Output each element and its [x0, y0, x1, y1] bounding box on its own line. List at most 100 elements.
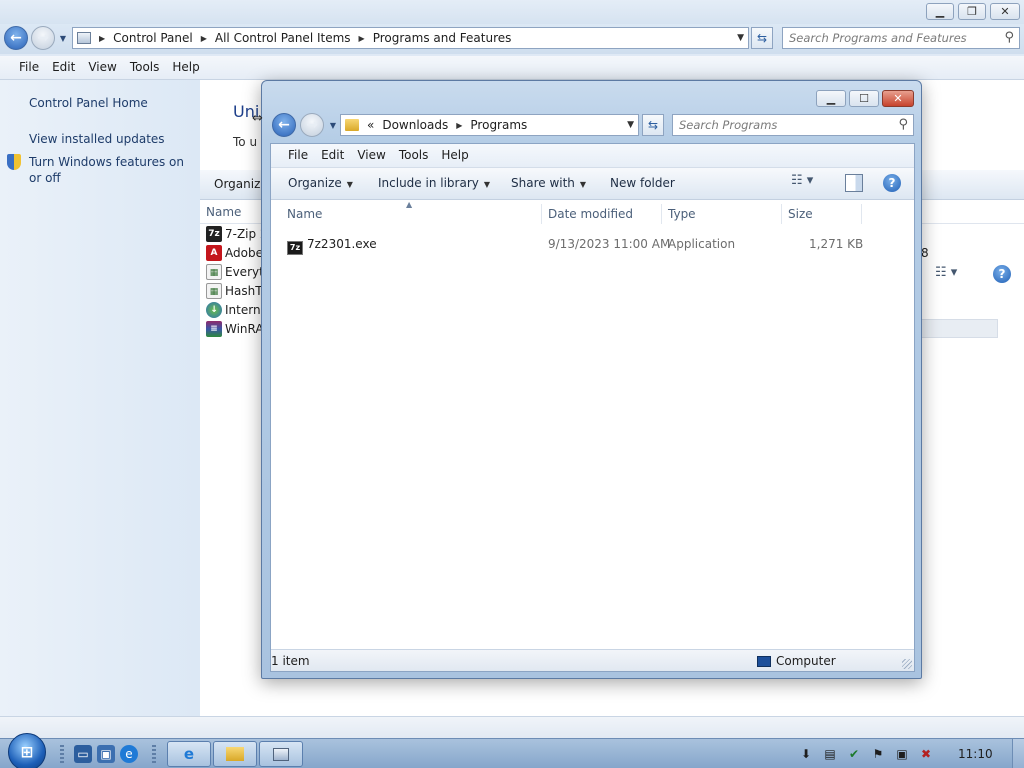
sort-ascending-icon: ▲	[406, 200, 413, 209]
clock[interactable]: 11:10	[958, 747, 993, 761]
table-row[interactable]: 7z 7z2301.exe 9/13/2023 11:00 AM Applicat…	[271, 232, 914, 256]
menu-help[interactable]: Help	[441, 148, 468, 162]
column-name[interactable]: Name	[287, 207, 322, 221]
breadcrumb-control-panel[interactable]: Control Panel	[113, 31, 193, 45]
breadcrumb-programs-features[interactable]: Programs and Features	[373, 31, 512, 45]
organize-label: Organize	[288, 176, 342, 190]
menu-file[interactable]: File	[19, 60, 39, 74]
minimize-icon: ▁	[826, 92, 836, 105]
explorer-window: ▁ ☐ ✕ ← → ▼ « Downloads ▶ Programs ▼ ⇆ ⚲…	[261, 80, 922, 679]
organize-button[interactable]: Organize	[214, 177, 268, 191]
menu-help[interactable]: Help	[172, 60, 199, 74]
taskbar: ⊞ ▭ ▣ e e ⬇ ▤ ✔ ⚑ ▣ ✖ 11:10	[0, 733, 1024, 768]
preview-pane-icon[interactable]	[845, 174, 863, 192]
help-icon[interactable]: ?	[993, 265, 1011, 283]
refresh-button[interactable]: ⇆	[642, 114, 664, 136]
windows-features-link[interactable]: Turn Windows features on or off	[29, 154, 194, 186]
menu-edit[interactable]: Edit	[52, 60, 75, 74]
internet-explorer-icon[interactable]: e	[120, 745, 138, 763]
refresh-button[interactable]: ⇆	[751, 27, 773, 49]
address-bar[interactable]: « Downloads ▶ Programs ▼	[340, 114, 639, 136]
file-name-cell[interactable]: 7z 7z2301.exe	[287, 237, 377, 255]
control-panel-icon	[77, 32, 91, 44]
computer-icon	[757, 655, 771, 667]
new-folder-button[interactable]: New folder	[610, 176, 675, 190]
view-controls: ☷ ▾ ?	[935, 265, 1019, 285]
toolbar-grip[interactable]	[152, 745, 156, 763]
address-dropdown-icon[interactable]: ▼	[737, 33, 744, 43]
recent-pages-dropdown[interactable]: ▼	[328, 121, 338, 131]
toolbar-grip[interactable]	[60, 745, 64, 763]
address-dropdown-icon[interactable]: ▼	[627, 120, 634, 130]
forward-button[interactable]: →	[300, 113, 324, 137]
column-type[interactable]: Type	[668, 207, 696, 221]
column-date-modified[interactable]: Date modified	[548, 207, 633, 221]
volume-muted-icon[interactable]: ✖	[918, 746, 934, 762]
forward-arrow-icon: →	[306, 117, 318, 133]
view-installed-updates-link[interactable]: View installed updates	[29, 131, 165, 147]
download-manager-tray-icon[interactable]: ⬇	[798, 746, 814, 762]
column-name[interactable]: Name	[206, 205, 241, 219]
clipboard-tray-icon[interactable]: ▤	[822, 746, 838, 762]
column-divider[interactable]	[861, 204, 862, 224]
menu-tools[interactable]: Tools	[399, 148, 429, 162]
shield-icon	[7, 154, 21, 170]
close-button[interactable]: ✕	[882, 90, 914, 107]
recent-pages-dropdown[interactable]: ▼	[58, 34, 68, 44]
column-size[interactable]: Size	[788, 207, 813, 221]
search-input[interactable]	[679, 117, 889, 133]
minimize-button[interactable]: ▁	[926, 3, 954, 20]
column-divider[interactable]	[781, 204, 782, 224]
address-bar[interactable]: ▶ Control Panel ▶ All Control Panel Item…	[72, 27, 749, 49]
date-modified-cell: 9/13/2023 11:00 AM	[548, 237, 671, 251]
resize-grip-icon[interactable]	[902, 659, 912, 669]
resize-cursor-icon: ⇔	[252, 111, 263, 126]
back-button[interactable]: ←	[4, 26, 28, 50]
taskbar-explorer[interactable]	[213, 741, 257, 767]
breadcrumb-all-items[interactable]: All Control Panel Items	[215, 31, 351, 45]
view-options-icon[interactable]: ☷ ▾	[791, 173, 827, 195]
action-center-flag-icon[interactable]: ⚑	[870, 746, 886, 762]
column-divider[interactable]	[541, 204, 542, 224]
menu-view[interactable]: View	[357, 148, 385, 162]
taskbar-control-panel[interactable]	[259, 741, 303, 767]
include-in-library-button[interactable]: Include in library ▼	[378, 176, 490, 190]
maximize-button[interactable]: ☐	[849, 90, 879, 107]
restore-button[interactable]: ❐	[958, 3, 986, 20]
share-with-button[interactable]: Share with ▼	[511, 176, 586, 190]
search-box[interactable]: ⚲	[672, 114, 914, 136]
hashtab-icon: ▦	[206, 282, 222, 299]
network-tray-icon[interactable]: ▣	[894, 746, 910, 762]
security-tray-icon[interactable]: ✔	[846, 746, 862, 762]
start-button[interactable]: ⊞	[8, 733, 46, 768]
back-button[interactable]: ←	[272, 113, 296, 137]
forward-arrow-icon: →	[37, 30, 49, 46]
internet-download-icon: ↓	[206, 301, 222, 318]
help-icon[interactable]: ?	[883, 174, 901, 192]
menu-view[interactable]: View	[88, 60, 116, 74]
menu-tools[interactable]: Tools	[130, 60, 160, 74]
view-options-icon[interactable]: ☷ ▾	[935, 265, 957, 280]
minimize-button[interactable]: ▁	[816, 90, 846, 107]
breadcrumb-downloads[interactable]: Downloads	[382, 118, 448, 132]
control-panel-home-link[interactable]: Control Panel Home	[29, 95, 148, 111]
program-name: HashT	[225, 283, 263, 298]
taskbar-internet-explorer[interactable]: e	[167, 741, 211, 767]
column-divider[interactable]	[661, 204, 662, 224]
search-box[interactable]: ⚲	[782, 27, 1020, 49]
menu-edit[interactable]: Edit	[321, 148, 344, 162]
show-desktop-button[interactable]	[1012, 739, 1024, 768]
breadcrumb-overflow-icon[interactable]: «	[367, 118, 374, 132]
close-button[interactable]: ✕	[990, 3, 1020, 20]
show-desktop-icon[interactable]: ▭	[74, 745, 92, 763]
switch-windows-icon[interactable]: ▣	[97, 745, 115, 763]
refresh-icon: ⇆	[756, 31, 768, 45]
chevron-down-icon: ▼	[483, 180, 491, 189]
breadcrumb-programs[interactable]: Programs	[470, 118, 527, 132]
forward-button[interactable]: →	[31, 26, 55, 50]
breadcrumb-separator-icon: ▶	[200, 33, 207, 43]
explorer-content: File Edit View Tools Help Organize ▼ Incl…	[270, 143, 915, 672]
menu-file[interactable]: File	[288, 148, 308, 162]
search-input[interactable]	[789, 30, 995, 46]
organize-button[interactable]: Organize ▼	[288, 176, 353, 190]
